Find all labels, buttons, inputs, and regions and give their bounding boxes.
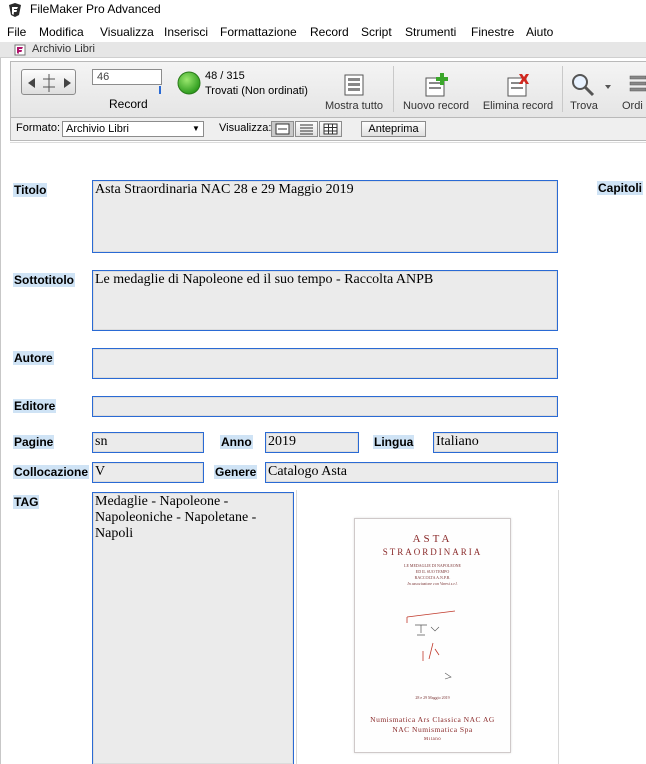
cover-medal-sketch xyxy=(406,610,456,680)
menu-script[interactable]: Script xyxy=(361,25,392,39)
record-label: Record xyxy=(109,97,148,111)
label-pagine: Pagine xyxy=(13,435,55,449)
view-as-list-button[interactable] xyxy=(295,121,318,137)
label-editore: Editore xyxy=(13,399,57,413)
chevron-down-icon[interactable]: ▼ xyxy=(192,124,200,134)
filemaker-app-icon xyxy=(9,3,21,17)
layout-format-label: Formato: xyxy=(16,122,61,134)
preview-button[interactable]: Anteprima xyxy=(361,121,426,137)
sort-label: Ordi xyxy=(622,100,643,112)
field-editore[interactable] xyxy=(92,396,558,417)
label-anno: Anno xyxy=(220,435,253,449)
table-view-icon xyxy=(323,123,338,135)
menu-record[interactable]: Record xyxy=(310,25,349,39)
view-as-label: Visualizza: xyxy=(219,122,272,134)
label-titolo: Titolo xyxy=(13,183,48,197)
menu-inserisci[interactable]: Inserisci xyxy=(164,25,208,39)
view-as-form-button[interactable] xyxy=(271,121,294,137)
cover-line5: RACCOLTA A.N.P.B. xyxy=(414,575,451,580)
field-titolo[interactable]: Asta Straordinaria NAC 28 e 29 Maggio 20… xyxy=(92,180,558,253)
label-lingua: Lingua xyxy=(373,435,415,449)
toolbar-separator xyxy=(393,66,394,112)
database-file-icon xyxy=(14,44,26,56)
document-title: Archivio Libri xyxy=(32,43,95,55)
app-title: FileMaker Pro Advanced xyxy=(30,2,161,16)
label-genere: Genere xyxy=(214,465,258,479)
delete-record-button[interactable]: Elimina record xyxy=(478,72,558,116)
cover-line6: In associazione con Varesi s.r.l. xyxy=(407,581,458,586)
menu-aiuto[interactable]: Aiuto xyxy=(526,25,553,39)
document-title-bar[interactable] xyxy=(0,42,646,58)
magnifier-icon xyxy=(572,74,595,97)
menu-visualizza[interactable]: Visualizza xyxy=(100,25,154,39)
new-record-button[interactable]: Nuovo record xyxy=(398,72,474,116)
label-collocazione: Collocazione xyxy=(13,465,90,479)
field-genere[interactable]: Catalogo Asta xyxy=(265,462,558,483)
cover-line2: STRAORDINARIA xyxy=(382,547,483,557)
delete-record-icon xyxy=(507,74,529,97)
show-all-button[interactable]: Mostra tutto xyxy=(318,72,390,116)
cover-line3: LE MEDAGLIE DI NAPOLEONE xyxy=(404,563,461,568)
field-autore[interactable] xyxy=(92,348,558,379)
record-slider-handle[interactable] xyxy=(159,86,161,94)
cover-line1: ASTA xyxy=(412,533,453,545)
layout-select[interactable]: Archivio Libri xyxy=(62,121,204,137)
found-status: Trovati (Non ordinati) xyxy=(205,85,308,97)
cover-city: Milano xyxy=(423,737,442,742)
cover-line4: ED IL SUO TEMPO xyxy=(415,569,450,574)
record-count: 48 / 315 xyxy=(205,70,245,82)
find-dropdown-icon[interactable] xyxy=(604,84,612,90)
field-pagine[interactable]: sn xyxy=(92,432,204,453)
label-capitoli: Capitoli xyxy=(597,181,643,195)
menu-finestre[interactable]: Finestre xyxy=(471,25,514,39)
label-sottotitolo: Sottotitolo xyxy=(13,273,75,287)
field-anno[interactable]: 2019 xyxy=(265,432,359,453)
find-button[interactable]: Trova xyxy=(566,72,602,116)
menu-strumenti[interactable]: Strumenti xyxy=(405,25,456,39)
field-tag[interactable]: Medaglie - Napoleone - Napoleoniche - Na… xyxy=(92,492,294,764)
label-autore: Autore xyxy=(13,351,54,365)
book-navigator-icon xyxy=(28,74,71,92)
field-sottotitolo[interactable]: Le medaglie di Napoleone ed il suo tempo… xyxy=(92,270,558,331)
form-view-icon xyxy=(275,123,290,135)
show-all-icon xyxy=(344,74,364,96)
menu-formattazione[interactable]: Formattazione xyxy=(220,25,297,39)
cover-publisher1: Numismatica Ars Classica NAC AG xyxy=(370,715,495,724)
find-label: Trova xyxy=(570,100,598,112)
label-tag: TAG xyxy=(13,495,40,509)
new-record-icon xyxy=(425,73,448,97)
delete-record-label: Elimina record xyxy=(482,100,554,112)
catalog-cover-image: ASTA STRAORDINARIA LE MEDAGLIE DI NAPOLE… xyxy=(354,518,511,753)
menu-file[interactable]: File xyxy=(7,25,26,39)
cover-date: 28 e 29 Maggio 2019 xyxy=(415,695,450,700)
new-record-label: Nuovo record xyxy=(402,100,470,112)
field-lingua[interactable]: Italiano xyxy=(433,432,558,453)
content-top-divider xyxy=(10,142,646,143)
sort-icon xyxy=(629,75,646,92)
found-set-pie-icon[interactable] xyxy=(177,71,201,95)
field-collocazione[interactable]: V xyxy=(92,462,204,483)
current-record-input[interactable]: 46 xyxy=(92,69,162,85)
record-book-navigator[interactable] xyxy=(21,69,76,95)
toolbar-separator xyxy=(562,66,563,112)
menu-modifica[interactable]: Modifica xyxy=(39,25,84,39)
cover-publisher2: NAC Numismatica Spa xyxy=(392,725,473,734)
menu-bar: File Modifica Visualizza Inserisci Forma… xyxy=(0,22,646,42)
list-view-icon xyxy=(300,124,313,135)
view-as-table-button[interactable] xyxy=(319,121,342,137)
show-all-label: Mostra tutto xyxy=(324,100,384,112)
sort-button[interactable]: Ordi xyxy=(616,72,646,116)
